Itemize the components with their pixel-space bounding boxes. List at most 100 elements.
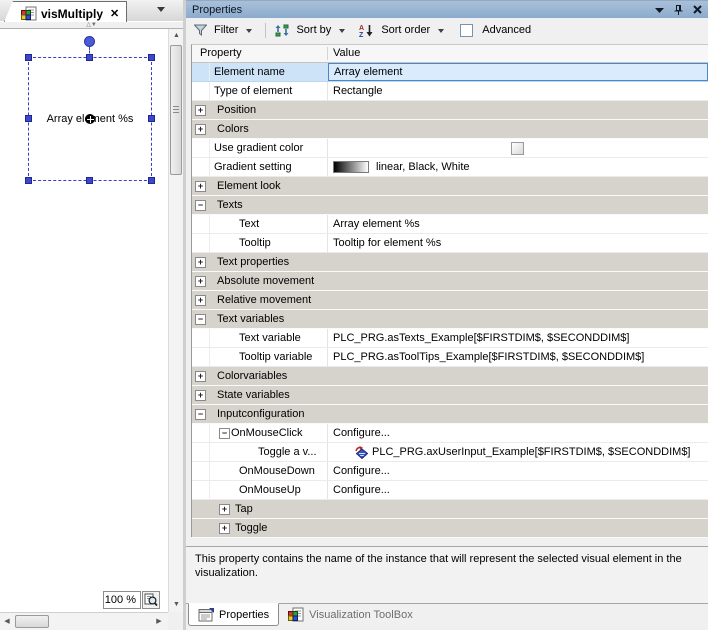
tab-list-dropdown-icon[interactable] <box>157 7 165 16</box>
selection-handle-e[interactable] <box>148 115 155 122</box>
group-row-texts[interactable]: −Texts <box>192 196 708 215</box>
use-gradient-color-checkbox[interactable] <box>511 142 524 155</box>
collapse-icon-inputconfiguration[interactable]: − <box>195 409 206 420</box>
horizontal-scroll-thumb[interactable] <box>15 615 49 628</box>
group-row-text-properties[interactable]: +Text properties <box>192 253 708 272</box>
filter-dropdown-icon[interactable] <box>246 29 252 36</box>
close-tab-icon[interactable]: ✕ <box>110 7 119 20</box>
property-value-cell[interactable] <box>328 139 708 157</box>
column-divider[interactable] <box>327 47 328 60</box>
property-value-cell[interactable]: PLC_PRG.asToolTips_Example[$FIRSTDIM$, $… <box>328 348 708 366</box>
property-value-cell[interactable]: Array element <box>328 63 708 81</box>
sort-order-dropdown-icon[interactable] <box>438 29 444 36</box>
property-row-gradient-setting[interactable]: Gradient settinglinear, Black, White <box>192 158 708 177</box>
property-row-element-name[interactable]: Element nameArray element <box>192 63 708 82</box>
property-value-cell[interactable]: Configure... <box>328 424 708 442</box>
property-row-tooltip[interactable]: TooltipTooltip for element %s <box>192 234 708 253</box>
element-center-marker-icon[interactable] <box>85 114 95 124</box>
sort-by-button[interactable]: Sort by <box>296 24 331 36</box>
collapse-icon-texts[interactable]: − <box>195 200 206 211</box>
group-row-text-variables[interactable]: −Text variables <box>192 310 708 329</box>
canvas-vertical-scrollbar[interactable]: ▲ ▼ <box>168 29 183 612</box>
scroll-down-icon[interactable]: ▼ <box>169 598 184 612</box>
scroll-right-icon[interactable]: ▶ <box>152 613 166 630</box>
pin-icon[interactable] <box>674 5 683 15</box>
sort-order-button[interactable]: Sort order <box>381 24 430 36</box>
property-value-cell[interactable]: PLC_PRG.asTexts_Example[$FIRSTDIM$, $SEC… <box>328 329 708 347</box>
property-value-cell[interactable]: Configure... <box>328 481 708 499</box>
selection-handle-sw[interactable] <box>25 177 32 184</box>
group-label: State variables <box>217 389 290 401</box>
group-row-colorvariables[interactable]: +Colorvariables <box>192 367 708 386</box>
selection-handle-ne[interactable] <box>148 54 155 61</box>
column-header-value[interactable]: Value <box>333 47 360 59</box>
property-row-type-of-element[interactable]: Type of elementRectangle <box>192 82 708 101</box>
visualization-canvas[interactable]: Array element %s 100 % <box>0 29 168 612</box>
group-row-tap[interactable]: +Tap <box>192 500 708 519</box>
selection-handle-n[interactable] <box>86 54 93 61</box>
expand-icon-colors[interactable]: + <box>195 124 206 135</box>
expand-icon-text-properties[interactable]: + <box>195 257 206 268</box>
group-row-toggle[interactable]: +Toggle <box>192 519 708 538</box>
group-row-absolute-movement[interactable]: +Absolute movement <box>192 272 708 291</box>
value-text: Tooltip for element %s <box>333 237 441 249</box>
expand-icon-relative-movement[interactable]: + <box>195 295 206 306</box>
column-header-property[interactable]: Property <box>200 47 242 59</box>
tab-visualization-toolbox[interactable]: Visualization ToolBox <box>279 603 422 626</box>
scroll-up-icon[interactable]: ▲ <box>169 29 184 43</box>
group-label: Relative movement <box>217 294 311 306</box>
property-value-cell[interactable]: Rectangle <box>328 82 708 100</box>
collapse-icon-text-variables[interactable]: − <box>195 314 206 325</box>
property-name-cell: OnMouseUp <box>239 484 301 496</box>
property-row-text[interactable]: TextArray element %s <box>192 215 708 234</box>
property-value-cell[interactable]: PLC_PRG.axUserInput_Example[$FIRSTDIM$, … <box>328 443 708 461</box>
selection-handle-w[interactable] <box>25 115 32 122</box>
expand-icon-state-variables[interactable]: + <box>195 390 206 401</box>
advanced-checkbox[interactable] <box>460 24 473 37</box>
window-menu-chevron-icon[interactable] <box>655 7 664 13</box>
vertical-scroll-thumb[interactable] <box>170 45 182 175</box>
selection-handle-nw[interactable] <box>25 54 32 61</box>
close-icon[interactable] <box>693 5 702 14</box>
group-row-inputconfiguration[interactable]: −Inputconfiguration <box>192 405 708 424</box>
property-value-cell[interactable]: Array element %s <box>328 215 708 233</box>
group-row-element-look[interactable]: +Element look <box>192 177 708 196</box>
property-value-cell[interactable]: Tooltip for element %s <box>328 234 708 252</box>
expand-icon-toggle[interactable]: + <box>219 523 230 534</box>
filter-button[interactable]: Filter <box>214 24 238 36</box>
collapse-icon-onmouseclick[interactable]: − <box>219 428 230 439</box>
scroll-left-icon[interactable]: ◀ <box>0 613 14 630</box>
selection-handle-se[interactable] <box>148 177 155 184</box>
group-row-relative-movement[interactable]: + Relative movement <box>192 291 708 310</box>
zoom-level-box[interactable]: 100 % <box>103 591 141 609</box>
property-value-cell[interactable]: linear, Black, White <box>328 158 708 176</box>
expand-icon-element-look[interactable]: + <box>195 181 206 192</box>
expand-icon-tap[interactable]: + <box>219 504 230 515</box>
expand-icon-position[interactable]: + <box>195 105 206 116</box>
property-row-onmousedown[interactable]: OnMouseDown Configure... <box>192 462 708 481</box>
expand-icon-colorvariables[interactable]: + <box>195 371 206 382</box>
group-row-position[interactable]: +Position <box>192 101 708 120</box>
property-row-use-gradient-color[interactable]: Use gradient color <box>192 139 708 158</box>
property-value-cell[interactable]: Configure... <box>328 462 708 480</box>
tab-properties[interactable]: Properties <box>188 603 279 626</box>
property-row-onmouseup[interactable]: OnMouseUp Configure... <box>192 481 708 500</box>
gutter-divider <box>209 215 210 233</box>
selection-handle-s[interactable] <box>86 177 93 184</box>
group-row-state-variables[interactable]: + State variables <box>192 386 708 405</box>
zoom-tool-button[interactable] <box>142 591 160 609</box>
property-name-cell: OnMouseDown <box>239 465 315 477</box>
rotation-handle[interactable] <box>84 36 95 47</box>
canvas-horizontal-scrollbar[interactable]: ◀ ▶ <box>0 612 168 630</box>
value-text: Configure... <box>333 484 390 496</box>
collapsed-toolbox-splitter[interactable]: △▼ <box>0 22 183 29</box>
sort-by-dropdown-icon[interactable] <box>339 29 345 36</box>
property-row-text-variable[interactable]: Text variablePLC_PRG.asTexts_Example[$FI… <box>192 329 708 348</box>
expand-icon-absolute-movement[interactable]: + <box>195 276 206 287</box>
group-row-colors[interactable]: +Colors <box>192 120 708 139</box>
document-tab-bar: visMultiply ✕ <box>0 0 183 22</box>
property-row-onmouseclick[interactable]: −OnMouseClickConfigure... <box>192 424 708 443</box>
property-row-toggle-a-v[interactable]: Toggle a v...PLC_PRG.axUserInput_Example… <box>192 443 708 462</box>
property-row-tooltip-variable[interactable]: Tooltip variablePLC_PRG.asToolTips_Examp… <box>192 348 708 367</box>
tab-vismultiply[interactable]: visMultiply ✕ <box>4 1 127 22</box>
